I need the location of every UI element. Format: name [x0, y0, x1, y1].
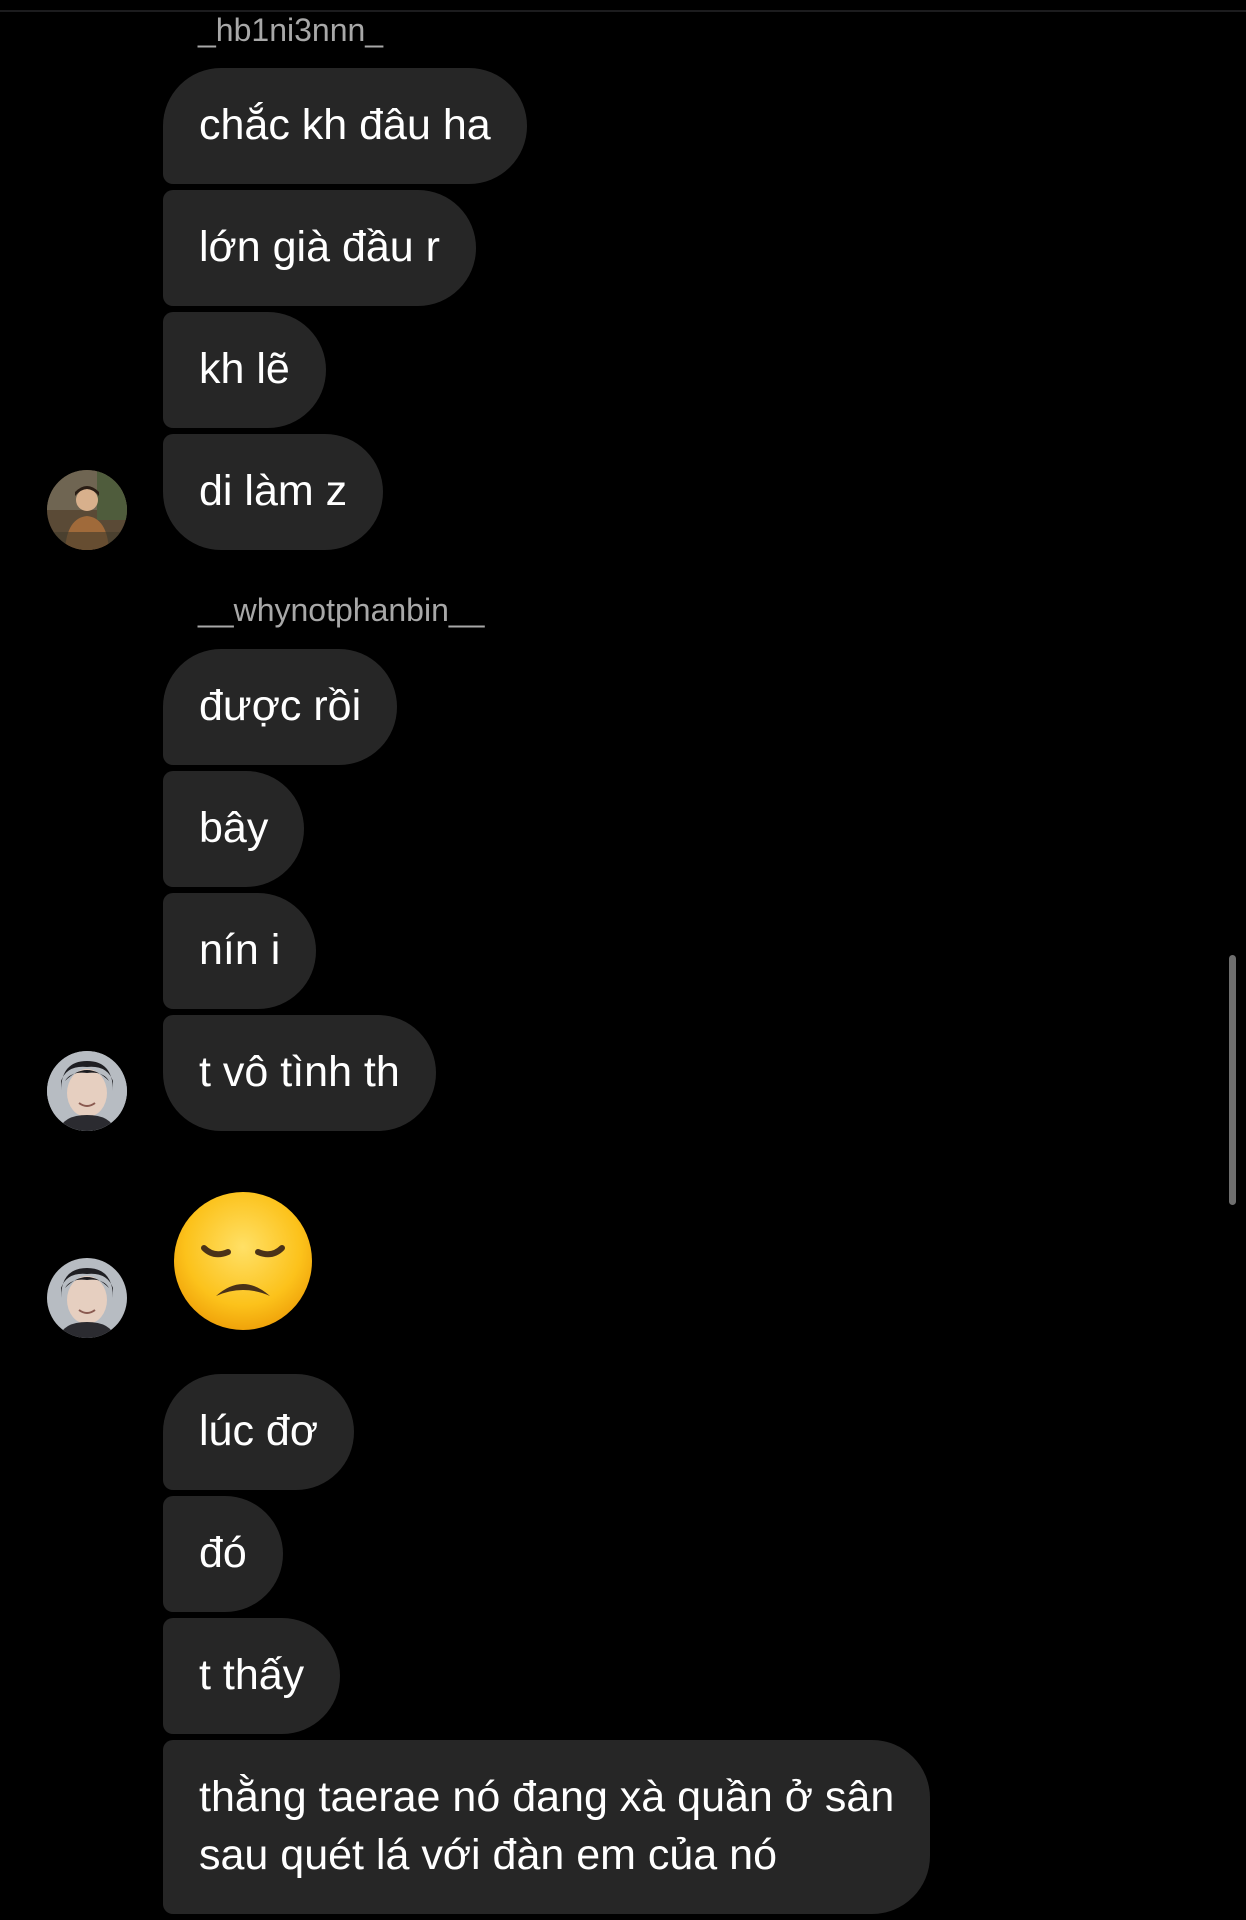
message-bubble[interactable]: t vô tình th: [163, 1015, 436, 1131]
message-bubble[interactable]: được rồi: [163, 649, 398, 765]
message-bubble[interactable]: di làm z: [163, 434, 384, 550]
message-bubble[interactable]: đó: [163, 1496, 283, 1612]
avatar-photo-icon: [47, 1258, 127, 1338]
avatar-photo-icon: [47, 470, 127, 550]
scrollbar[interactable]: [1229, 955, 1236, 1205]
header-divider: [0, 10, 1246, 12]
message-bubble[interactable]: thằng taerae nó đang xà quần ở sân sau q…: [163, 1740, 931, 1914]
message-bubble[interactable]: lúc đơ: [163, 1374, 355, 1490]
message-bubble[interactable]: lớn già đầu r: [163, 190, 476, 306]
sender-avatar[interactable]: [47, 1258, 127, 1338]
avatar-photo-icon: [47, 1051, 127, 1131]
disappointed-face-emoji-icon: [174, 1192, 312, 1330]
sender-name: _hb1ni3nnn_: [198, 12, 384, 48]
sender-name: __whynotphanbin__: [198, 592, 485, 628]
sender-avatar[interactable]: [47, 1051, 127, 1131]
message-bubble[interactable]: chắc kh đâu ha: [163, 68, 527, 184]
emoji-message[interactable]: [172, 1190, 314, 1332]
message-bubble[interactable]: kh lẽ: [163, 312, 326, 428]
sender-avatar[interactable]: [47, 470, 127, 550]
message-bubble[interactable]: nín i: [163, 893, 317, 1009]
message-bubble[interactable]: bây: [163, 771, 305, 887]
message-bubble[interactable]: t thấy: [163, 1618, 341, 1734]
